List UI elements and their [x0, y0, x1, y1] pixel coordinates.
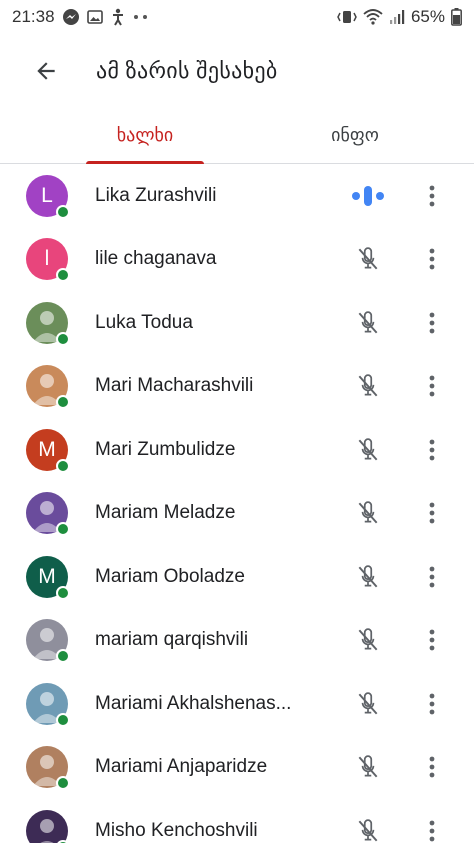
participant-row[interactable]: Mari Macharashvili — [0, 355, 474, 419]
more-options-button[interactable] — [416, 241, 448, 277]
vibrate-icon — [337, 9, 357, 25]
avatar-photo — [26, 809, 68, 843]
online-status-dot — [56, 776, 70, 791]
more-vert-icon — [429, 375, 435, 397]
more-vert-icon — [429, 185, 435, 207]
accessibility-icon — [110, 8, 126, 26]
online-status-dot — [56, 395, 70, 410]
page-title: ამ ზარის შესახებ — [96, 58, 278, 83]
speaking-indicator-icon — [350, 178, 386, 214]
online-status-dot — [56, 522, 70, 537]
app-bar: ამ ზარის შესახებ — [0, 34, 474, 108]
gallery-icon — [86, 9, 103, 25]
mic-off-icon — [350, 622, 386, 658]
more-options-button[interactable] — [416, 559, 448, 595]
mic-off-icon — [350, 559, 386, 595]
mic-off-icon — [350, 495, 386, 531]
participant-row[interactable]: Mariam Meladze — [0, 482, 474, 546]
mic-off-icon — [350, 813, 386, 843]
mic-off-icon — [350, 432, 386, 468]
online-status-dot — [56, 331, 70, 346]
participant-name: Mariami Anjaparidze — [95, 756, 268, 778]
avatar — [26, 619, 70, 664]
online-status-dot — [56, 712, 70, 727]
participant-name: Misho Kenchoshvili — [95, 819, 258, 841]
mic-off-icon — [350, 749, 386, 785]
more-options-button[interactable] — [416, 622, 448, 658]
online-status-dot — [56, 204, 70, 219]
more-options-button[interactable] — [416, 813, 448, 843]
more-options-button[interactable] — [416, 686, 448, 722]
online-status-dot — [56, 649, 70, 664]
more-vert-icon — [429, 248, 435, 270]
online-status-dot — [56, 458, 70, 473]
status-bar: 21:38 65% — [0, 0, 474, 34]
participant-name: Mariami Akhalshenas... — [95, 692, 292, 714]
more-vert-icon — [429, 502, 435, 524]
participant-row[interactable]: Luka Todua — [0, 291, 474, 355]
participant-row[interactable]: M Mari Zumbulidze — [0, 418, 474, 482]
messenger-icon — [62, 8, 80, 26]
more-vert-icon — [429, 566, 435, 588]
avatar: l — [26, 238, 70, 283]
avatar — [26, 682, 70, 727]
participant-name: Mari Macharashvili — [95, 375, 254, 397]
battery-icon — [451, 8, 462, 26]
avatar — [26, 492, 70, 537]
participant-name: Lika Zurashvili — [95, 184, 217, 206]
avatar — [26, 365, 70, 410]
avatar — [26, 746, 70, 791]
status-time: 21:38 — [12, 7, 55, 26]
more-vert-icon — [429, 693, 435, 715]
participant-name: Mari Zumbulidze — [95, 438, 236, 460]
participant-name: Mariam Meladze — [95, 502, 236, 524]
online-status-dot — [56, 585, 70, 600]
avatar — [26, 809, 70, 843]
more-options-button[interactable] — [416, 749, 448, 785]
participant-row[interactable]: M Mariam Oboladze — [0, 545, 474, 609]
tab-info[interactable]: ინფო — [300, 108, 410, 163]
more-options-button[interactable] — [416, 178, 448, 214]
participant-row[interactable]: l lile chaganava — [0, 228, 474, 292]
tab-people[interactable]: ხალხი — [70, 108, 220, 164]
mic-off-icon — [350, 368, 386, 404]
signal-icon — [389, 9, 405, 25]
mic-off-icon — [350, 241, 386, 277]
participant-name: Luka Todua — [95, 311, 193, 333]
tab-bar: ხალხი ინფო — [0, 108, 474, 164]
wifi-icon — [363, 9, 383, 25]
tab-info-label: ინფო — [331, 125, 379, 145]
mic-off-icon — [350, 305, 386, 341]
battery-percentage: 65% — [410, 7, 445, 26]
more-vert-icon — [429, 312, 435, 334]
more-vert-icon — [429, 756, 435, 778]
more-vert-icon — [429, 629, 435, 651]
arrow-back-icon — [37, 62, 55, 80]
participant-row[interactable]: L Lika Zurashvili — [0, 164, 474, 228]
participant-name: mariam qarqishvili — [95, 629, 249, 651]
avatar — [26, 301, 70, 346]
participant-row[interactable]: Mariami Anjaparidze — [0, 736, 474, 800]
more-vert-icon — [429, 439, 435, 461]
participant-row[interactable]: mariam qarqishvili — [0, 609, 474, 673]
avatar: L — [26, 174, 70, 219]
more-options-button[interactable] — [416, 305, 448, 341]
tab-people-label: ხალხი — [116, 125, 174, 145]
more-options-button[interactable] — [416, 432, 448, 468]
more-options-button[interactable] — [416, 495, 448, 531]
online-status-dot — [56, 268, 70, 283]
participant-name: lile chaganava — [95, 248, 217, 270]
more-notifications-icon — [133, 14, 149, 20]
more-options-button[interactable] — [416, 368, 448, 404]
participant-row[interactable]: Misho Kenchoshvili — [0, 799, 474, 843]
back-button[interactable] — [14, 39, 78, 103]
mic-off-icon — [350, 686, 386, 722]
more-vert-icon — [429, 820, 435, 842]
participant-row[interactable]: Mariami Akhalshenas... — [0, 672, 474, 736]
participant-name: Mariam Oboladze — [95, 565, 245, 587]
participant-list: L Lika Zurashvili l lile chaganava Luka Todu… — [0, 164, 474, 843]
avatar: M — [26, 555, 70, 600]
avatar: M — [26, 428, 70, 473]
